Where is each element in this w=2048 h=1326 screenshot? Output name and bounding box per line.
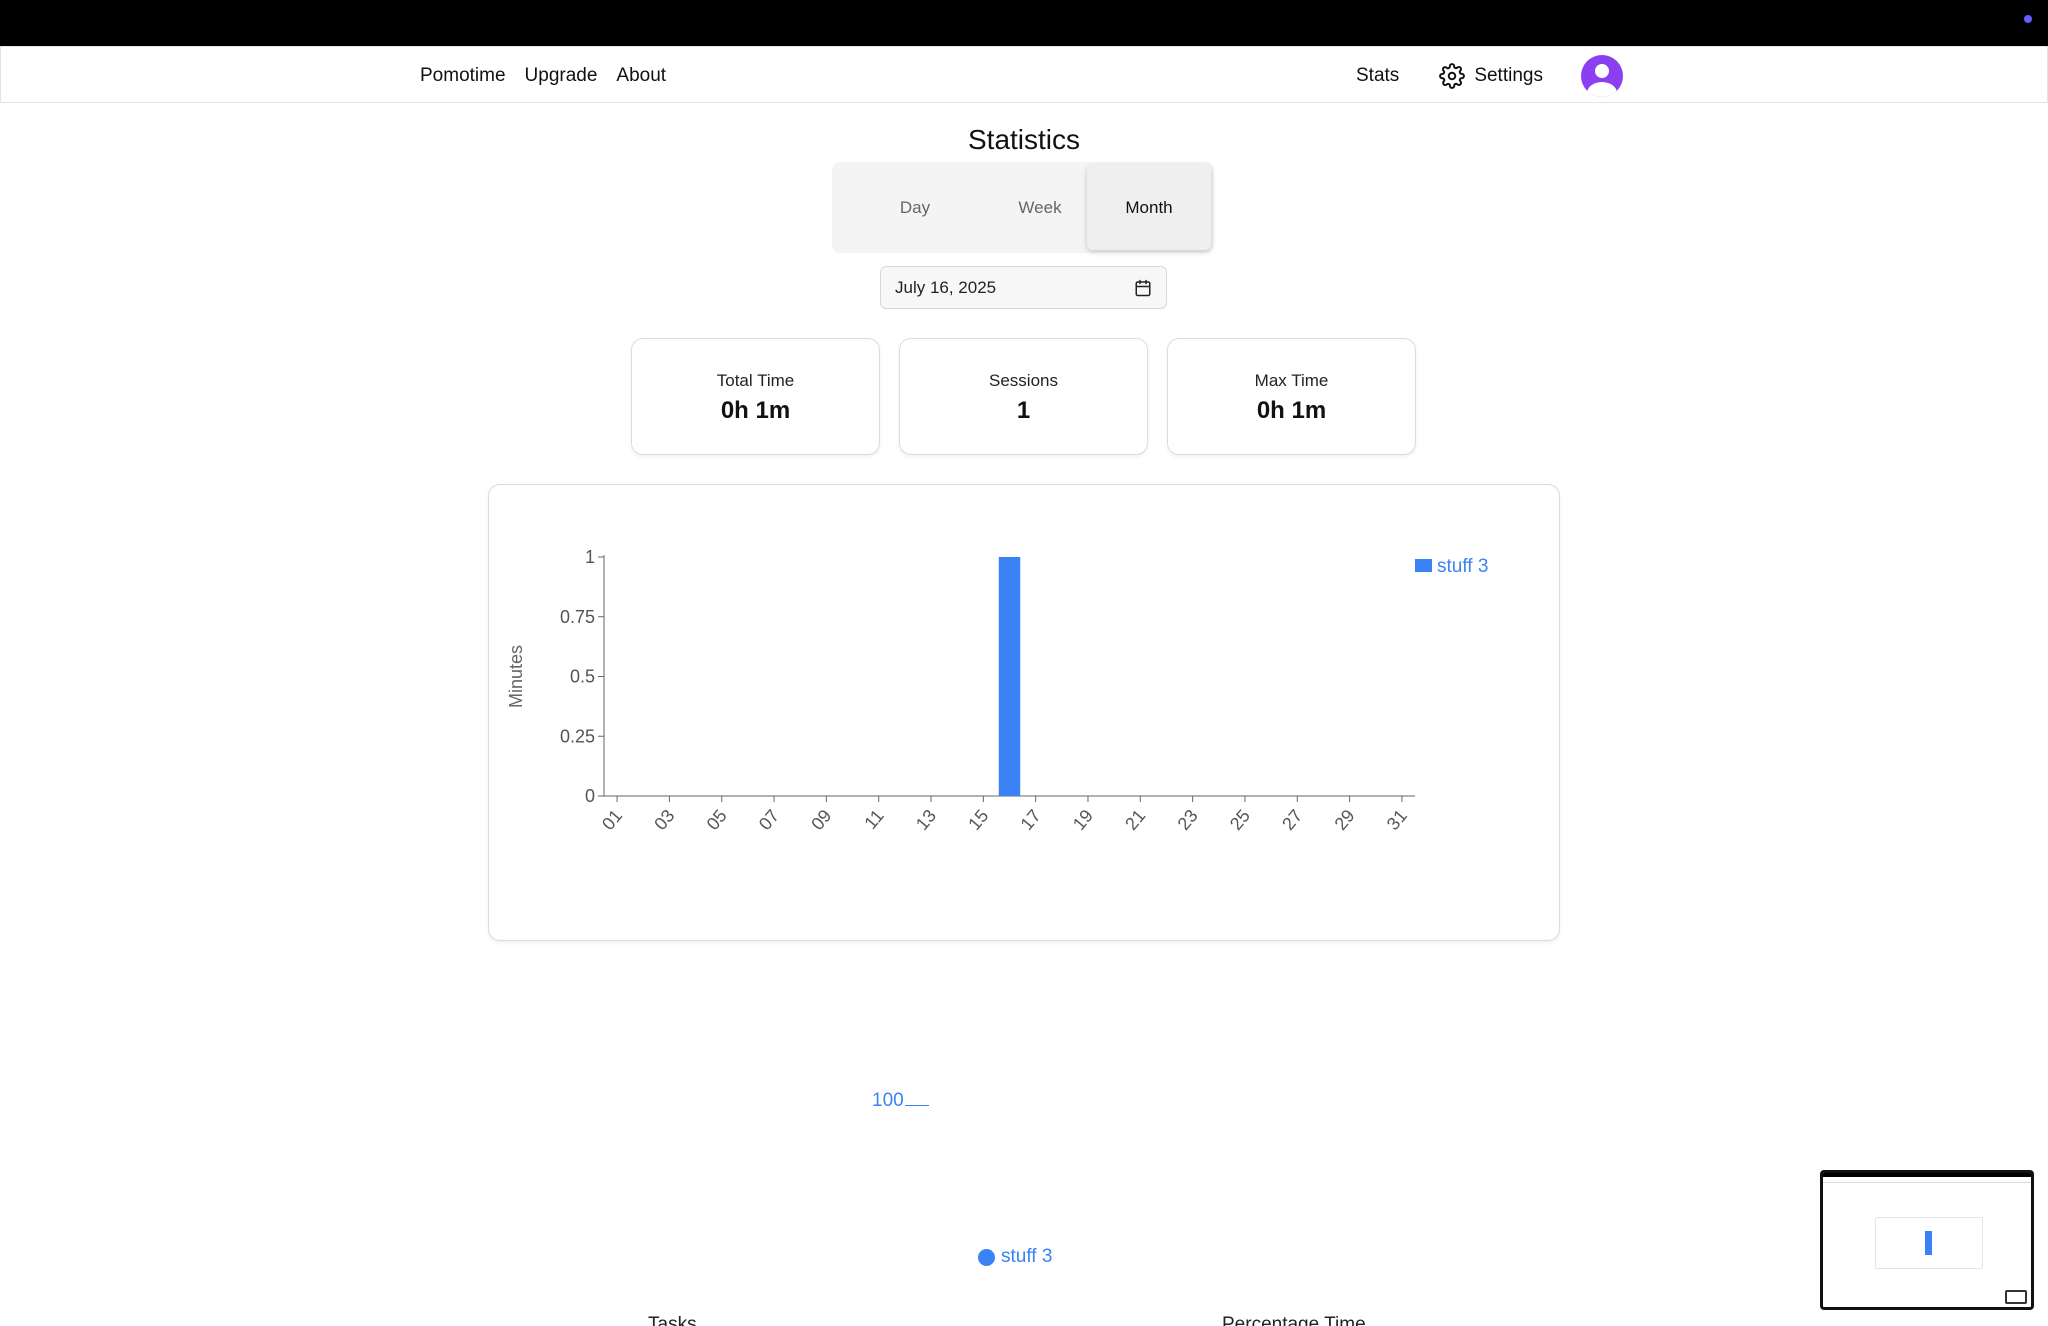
x-tick-label: 11 <box>860 806 887 833</box>
x-tick-label: 25 <box>1226 806 1254 834</box>
y-tick-label: 1 <box>585 547 595 567</box>
avatar[interactable] <box>1580 54 1623 97</box>
stat-label: Total Time <box>716 371 795 390</box>
x-tick-label: 15 <box>964 806 992 834</box>
section-label-tasks: Tasks <box>648 1314 697 1326</box>
system-top-bar <box>0 0 2048 46</box>
pie-legend-item[interactable]: stuff 3 <box>978 1246 1052 1268</box>
mm-topbar <box>1823 1173 2031 1177</box>
date-picker[interactable] <box>880 266 1167 309</box>
tab-week[interactable]: Week <box>978 165 1102 250</box>
stat-label: Max Time <box>1254 371 1329 390</box>
y-tick-label: 0.75 <box>560 607 595 627</box>
stat-value: 0h 1m <box>1256 397 1327 424</box>
pie-leader-line <box>904 1105 929 1106</box>
legend-swatch <box>978 1248 995 1266</box>
avatar-head <box>1594 63 1609 78</box>
nav-right: Stats Settings <box>1356 47 1623 104</box>
gear-icon <box>1439 62 1466 89</box>
stat-card-total-time: Total Time 0h 1m <box>631 338 880 455</box>
calendar-icon[interactable] <box>1134 279 1152 297</box>
tab-day[interactable]: Day <box>853 165 977 250</box>
mm-bar <box>1925 1231 1932 1255</box>
bar-chart: 0 0.25 0.5 0.75 1 Minutes 01 03 05 07 09 11 13 15 17 19… <box>506 547 1488 834</box>
nav-about-link[interactable]: About <box>616 65 666 87</box>
nav-left: Pomotime Upgrade About <box>420 47 666 104</box>
range-tabs: Day Week Month <box>832 162 1214 253</box>
x-tick-label: 19 <box>1069 806 1097 834</box>
x-tick-label: 01 <box>598 806 626 834</box>
stat-value: 1 <box>1016 397 1031 424</box>
navbar: Pomotime Upgrade About Stats Settings <box>0 46 2048 103</box>
x-tick-label: 09 <box>807 806 835 834</box>
stat-card-sessions: Sessions 1 <box>899 338 1148 455</box>
y-tick-label: 0.25 <box>560 726 595 746</box>
x-tick-label: 23 <box>1173 806 1201 834</box>
x-tick-label: 05 <box>703 806 731 834</box>
x-tick-label: 13 <box>912 806 940 834</box>
x-tick-label: 17 <box>1017 806 1045 834</box>
stat-value: 0h 1m <box>720 397 791 424</box>
x-tick-label: 07 <box>755 806 783 834</box>
x-tick-label: 21 <box>1121 806 1149 834</box>
stat-card-max-time: Max Time 0h 1m <box>1167 338 1416 455</box>
settings-label: Settings <box>1474 64 1543 86</box>
status-dot <box>2024 15 2032 23</box>
date-input[interactable] <box>895 267 1115 308</box>
bar <box>998 557 1021 796</box>
stat-label: Sessions <box>989 371 1058 390</box>
x-tick-label: 29 <box>1330 806 1358 834</box>
x-tick-label: 03 <box>650 806 678 834</box>
tab-month[interactable]: Month <box>1087 165 1211 250</box>
x-tick-label: 31 <box>1383 806 1411 834</box>
nav-brand-pomotime[interactable]: Pomotime <box>420 65 506 87</box>
y-axis-label: Minutes <box>506 645 526 708</box>
y-tick-label: 0.5 <box>570 667 595 687</box>
pie-slice-value: 100 <box>872 1090 904 1111</box>
avatar-body <box>1586 81 1617 97</box>
y-tick-label: 0 <box>585 786 595 806</box>
legend-swatch <box>1415 559 1432 572</box>
legend-label: stuff 3 <box>1437 556 1488 577</box>
screen-preview-thumbnail[interactable] <box>1820 1170 2034 1310</box>
pie-slice-label: 100 <box>872 1090 929 1112</box>
mm-expand-icon[interactable] <box>2005 1290 2027 1304</box>
page-title: Statistics <box>967 124 1081 155</box>
pie-legend-label: stuff 3 <box>1001 1246 1053 1267</box>
x-tick-label: 27 <box>1278 806 1306 834</box>
nav-settings-link[interactable]: Settings <box>1439 62 1543 89</box>
nav-stats-link[interactable]: Stats <box>1356 65 1399 87</box>
mm-divider <box>1823 1182 2031 1183</box>
section-label-percentage-time: Percentage Time <box>1222 1314 1366 1326</box>
nav-upgrade-link[interactable]: Upgrade <box>525 65 598 87</box>
bar-chart-card: 0 0.25 0.5 0.75 1 Minutes 01 03 05 07 09 11 13 15 17 19… <box>488 484 1560 941</box>
